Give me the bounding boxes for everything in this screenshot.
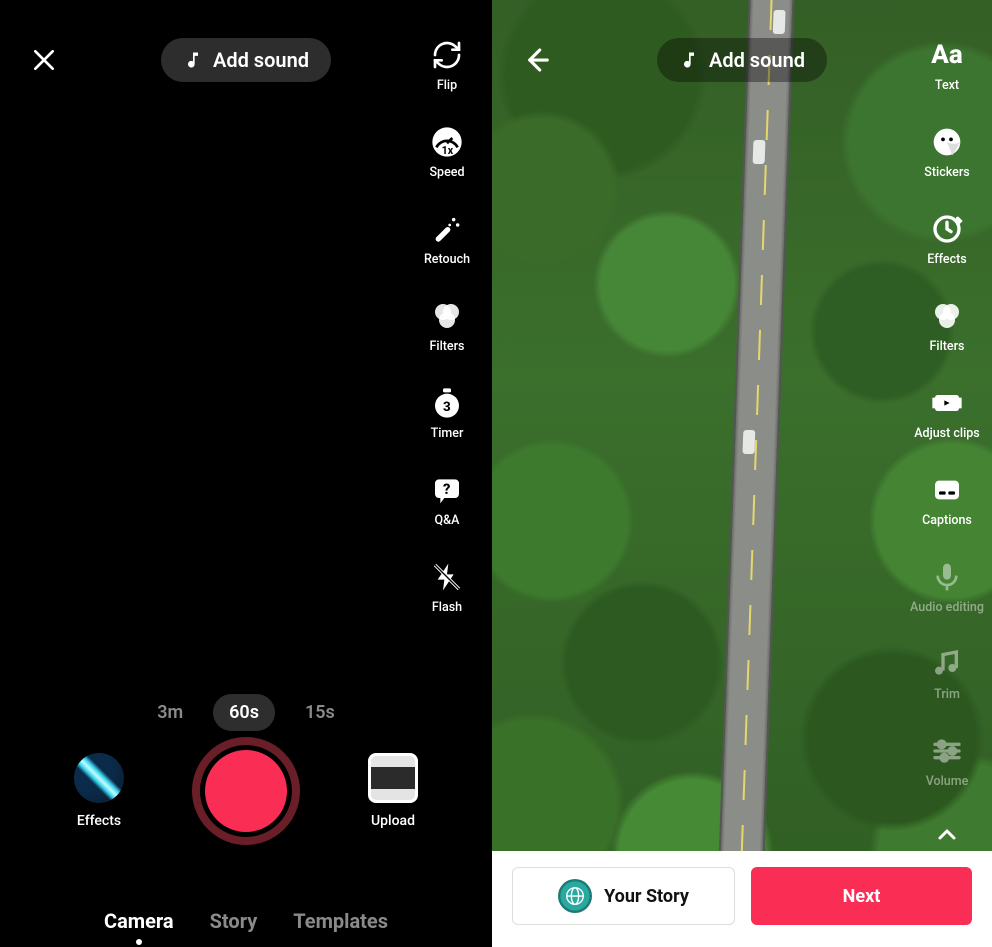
adjust-clips-button[interactable]: Adjust clips xyxy=(916,386,978,441)
flip-button[interactable]: Flip xyxy=(416,38,478,93)
retouch-icon xyxy=(430,212,464,246)
filters-label: Filters xyxy=(430,339,465,354)
filters-icon xyxy=(930,299,964,333)
car-decoration xyxy=(753,140,766,164)
adjust-clips-label: Adjust clips xyxy=(914,426,979,441)
captions-icon xyxy=(930,473,964,507)
next-label: Next xyxy=(843,886,881,907)
close-button[interactable] xyxy=(28,44,60,76)
retouch-button[interactable]: Retouch xyxy=(416,212,478,267)
duration-3m[interactable]: 3m xyxy=(141,694,199,731)
car-decoration xyxy=(742,430,755,454)
record-side-rail: Flip 1x Speed Retouch Filters 3 Timer xyxy=(416,38,478,615)
add-sound-label: Add sound xyxy=(213,48,309,72)
duration-60s[interactable]: 60s xyxy=(213,694,275,731)
back-arrow-icon xyxy=(521,45,551,75)
svg-text:1x: 1x xyxy=(442,144,454,157)
record-button[interactable] xyxy=(192,737,300,845)
qa-icon: ? xyxy=(430,473,464,507)
stickers-label: Stickers xyxy=(924,165,969,180)
audio-editing-button[interactable]: Audio editing xyxy=(916,560,978,615)
flip-icon xyxy=(430,38,464,72)
speed-label: Speed xyxy=(429,165,464,180)
your-story-label: Your Story xyxy=(604,886,689,907)
back-button[interactable] xyxy=(520,44,552,76)
collapse-rail-button[interactable] xyxy=(930,825,964,845)
car-decoration xyxy=(773,10,786,34)
volume-button[interactable]: Volume xyxy=(916,734,978,789)
adjust-clips-icon xyxy=(930,386,964,420)
tab-templates[interactable]: Templates xyxy=(293,909,388,933)
retouch-label: Retouch xyxy=(424,252,470,267)
capture-row: Effects Upload xyxy=(0,737,492,845)
filters-icon xyxy=(430,299,464,333)
tab-story[interactable]: Story xyxy=(210,909,258,933)
svg-text:?: ? xyxy=(443,480,450,498)
trim-button[interactable]: Trim xyxy=(916,647,978,702)
filters-button[interactable]: Filters xyxy=(916,299,978,354)
tab-camera[interactable]: Camera xyxy=(104,909,174,933)
speed-icon: 1x xyxy=(430,125,464,159)
effects-button[interactable]: Effects xyxy=(916,212,978,267)
your-story-button[interactable]: Your Story xyxy=(512,867,735,925)
add-sound-label: Add sound xyxy=(709,48,805,72)
edit-screen: Add sound Aa Text Stickers Effects Filte… xyxy=(492,0,992,947)
captions-button[interactable]: Captions xyxy=(916,473,978,528)
flash-off-icon xyxy=(430,560,464,594)
mode-tabs: Camera Story Templates xyxy=(0,909,492,933)
record-button-inner xyxy=(205,750,287,832)
flip-label: Flip xyxy=(437,78,457,93)
effects-label: Effects xyxy=(77,813,121,829)
audio-editing-label: Audio editing xyxy=(910,600,984,615)
qa-button[interactable]: ? Q&A xyxy=(416,473,478,528)
flash-button[interactable]: Flash xyxy=(416,560,478,615)
post-bar: Your Story Next xyxy=(492,851,992,947)
upload-button[interactable]: Upload xyxy=(368,753,418,829)
effects-button[interactable]: Effects xyxy=(74,753,124,829)
upload-thumbnail xyxy=(368,753,418,803)
text-icon: Aa xyxy=(930,38,964,72)
add-sound-button[interactable]: Add sound xyxy=(657,38,827,82)
captions-label: Captions xyxy=(922,513,972,528)
microphone-icon xyxy=(930,560,964,594)
filters-button[interactable]: Filters xyxy=(416,299,478,354)
edit-side-rail: Aa Text Stickers Effects Filters Adjus xyxy=(916,38,978,845)
chevron-up-icon xyxy=(935,823,959,847)
duration-selector: 3m 60s 15s xyxy=(0,694,492,731)
speed-button[interactable]: 1x Speed xyxy=(416,125,478,180)
volume-sliders-icon xyxy=(930,734,964,768)
upload-label: Upload xyxy=(371,813,415,829)
svg-text:3: 3 xyxy=(443,400,451,415)
road-decoration xyxy=(715,0,794,947)
timer-label: Timer xyxy=(431,426,464,441)
trim-music-icon xyxy=(930,647,964,681)
qa-label: Q&A xyxy=(435,513,460,528)
effects-thumbnail xyxy=(74,753,124,803)
filters-label: Filters xyxy=(930,339,965,354)
close-icon xyxy=(31,47,57,73)
story-globe-icon xyxy=(558,879,592,913)
music-note-icon xyxy=(183,50,203,70)
record-screen: Add sound Flip 1x Speed Retouch Filter xyxy=(0,0,492,947)
effects-clock-icon xyxy=(930,212,964,246)
timer-button[interactable]: 3 Timer xyxy=(416,386,478,441)
text-button[interactable]: Aa Text xyxy=(916,38,978,93)
text-label: Text xyxy=(935,78,959,93)
duration-15s[interactable]: 15s xyxy=(289,694,351,731)
effects-label: Effects xyxy=(927,252,966,267)
music-note-icon xyxy=(679,50,699,70)
stickers-icon xyxy=(930,125,964,159)
stickers-button[interactable]: Stickers xyxy=(916,125,978,180)
trim-label: Trim xyxy=(934,687,960,702)
next-button[interactable]: Next xyxy=(751,867,972,925)
add-sound-button[interactable]: Add sound xyxy=(161,38,331,82)
timer-icon: 3 xyxy=(430,386,464,420)
volume-label: Volume xyxy=(926,774,969,789)
flash-label: Flash xyxy=(432,600,462,615)
